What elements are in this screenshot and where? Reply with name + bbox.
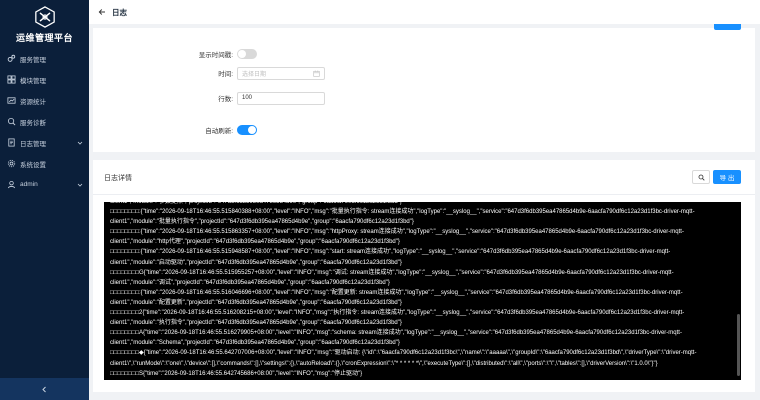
brand: 运维管理平台 [0,0,89,48]
diagnose-icon [7,117,16,126]
settings-icon [7,159,16,168]
auto-refresh-row: 自动刷新: [93,125,755,135]
sidebar-collapse-button[interactable] [0,378,89,400]
log-line: □□□□□□□□A{"time":"2026-09-18T16:46:55.51… [110,330,682,337]
sidebar-item-resource-stats[interactable]: 资源统计 [0,90,89,111]
log-line: client1","module":"Schema","projectId":"… [110,340,400,347]
log-details-card: 日志详情 导 出 client1","module":"参数提点","proje… [93,160,755,392]
log-line: □□□□□□□□:{"time":"2026-09-18T16:46:55.51… [110,229,684,236]
log-line: client1\",\"runMode\":\"one\",\"device\"… [110,360,658,367]
log-line: □□□□□□□□:{"time":"2026-09-18T16:46:55.51… [110,209,695,216]
log-details-header: 日志详情 导 出 [93,160,755,194]
page-title: 日志 [112,7,127,17]
sidebar-item-admin[interactable]: admin [0,174,89,195]
sidebar-item-service-management[interactable]: 服务管理 [0,48,89,69]
sidebar-item-label: admin [20,181,38,188]
sidebar-item-label: 日志管理 [20,140,46,148]
log-line: □□□□□□□□◆{"time":"2026-09-18T16:46:55.64… [110,350,697,357]
switch-knob [238,50,246,58]
search-button[interactable] [692,170,710,184]
stats-icon [7,96,16,105]
log-line: client1","module":"配置更新","projectId":"64… [110,299,402,306]
switch-knob [248,126,256,134]
sidebar-item-module-management[interactable]: 模块管理 [0,69,89,90]
time-label: 时间: [218,71,233,78]
log-line: client1","module":"执行指令","projectId":"64… [110,320,402,327]
sidebar: 运维管理平台 服务管理 模块管理 资源统计 服务诊断 日志管理 系统设置 adm… [0,0,89,400]
log-console[interactable]: client1","module":"参数提点","projectId":"64… [104,202,741,380]
back-arrow-icon[interactable] [98,8,106,16]
sidebar-item-service-diagnosis[interactable]: 服务诊断 [0,111,89,132]
page-header: 日志 [89,0,760,24]
date-placeholder: 选择日期 [242,71,267,78]
log-line: client1","module":"调试","projectId":"647d… [110,279,390,286]
sidebar-item-log-management[interactable]: 日志管理 [0,132,89,153]
show-timestamp-switch[interactable] [237,49,257,59]
sidebar-item-label: 模块管理 [20,77,46,85]
sidebar-item-label: 服务诊断 [20,119,46,127]
log-line: □□□□□□□□:{"time":"2026-09-18T16:46:55.51… [110,289,683,296]
log-line: □□□□□□□□G{"time":"2026-09-18T16:46:55.51… [110,269,674,276]
top-action-button[interactable] [714,24,741,30]
chevron-left-icon [42,386,46,392]
sidebar-item-system-settings[interactable]: 系统设置 [0,153,89,174]
divider [93,194,755,195]
log-line: □□□□□□□□2{"time":"2026-09-18T16:46:55.51… [110,310,685,317]
log-line: client1","module":"http代理","projectId":"… [110,239,400,246]
log-lines: client1","module":"参数提点","projectId":"64… [110,202,730,379]
log-line: client1","module":"启动驱动","projectId":"64… [110,259,402,266]
console-scrollbar[interactable] [737,314,740,376]
module-icon [7,75,16,84]
date-picker-input[interactable]: 选择日期 [237,66,325,80]
rows-label: 行数: [218,96,233,103]
gear-cluster-icon [7,54,16,63]
rows-input[interactable]: 100 [237,91,325,105]
logo-icon [34,6,55,28]
auto-refresh-switch[interactable] [237,125,257,135]
log-line: client1","module":"批量执行指令","projectId":"… [110,219,414,226]
app-title: 运维管理平台 [15,33,73,43]
export-button[interactable]: 导 出 [713,170,741,184]
search-icon [698,174,705,181]
log-line: □□□□□□□□S{"time":"2026-09-18T16:46:55.64… [110,370,363,377]
calendar-icon [313,70,320,77]
log-line: □□□□□□□□:{"time":"2026-09-18T16:46:55.51… [110,249,671,256]
show-timestamp-label: 显示时间戳: [198,52,233,59]
auto-refresh-label: 自动刷新: [205,128,233,135]
show-timestamp-row: 显示时间戳: [93,49,755,59]
chevron-down-icon [77,183,83,187]
log-icon [7,138,16,147]
user-icon [7,180,16,189]
sidebar-item-label: 系统设置 [20,161,46,169]
chevron-down-icon [77,141,83,145]
log-details-title: 日志详情 [104,175,132,182]
sidebar-item-label: 资源统计 [20,98,46,106]
log-settings-card: 显示时间戳: 时间: 选择日期 行数: 100 自动刷新: [93,24,755,152]
sidebar-item-label: 服务管理 [20,56,46,64]
sidebar-nav: 服务管理 模块管理 资源统计 服务诊断 日志管理 系统设置 admin [0,48,89,195]
